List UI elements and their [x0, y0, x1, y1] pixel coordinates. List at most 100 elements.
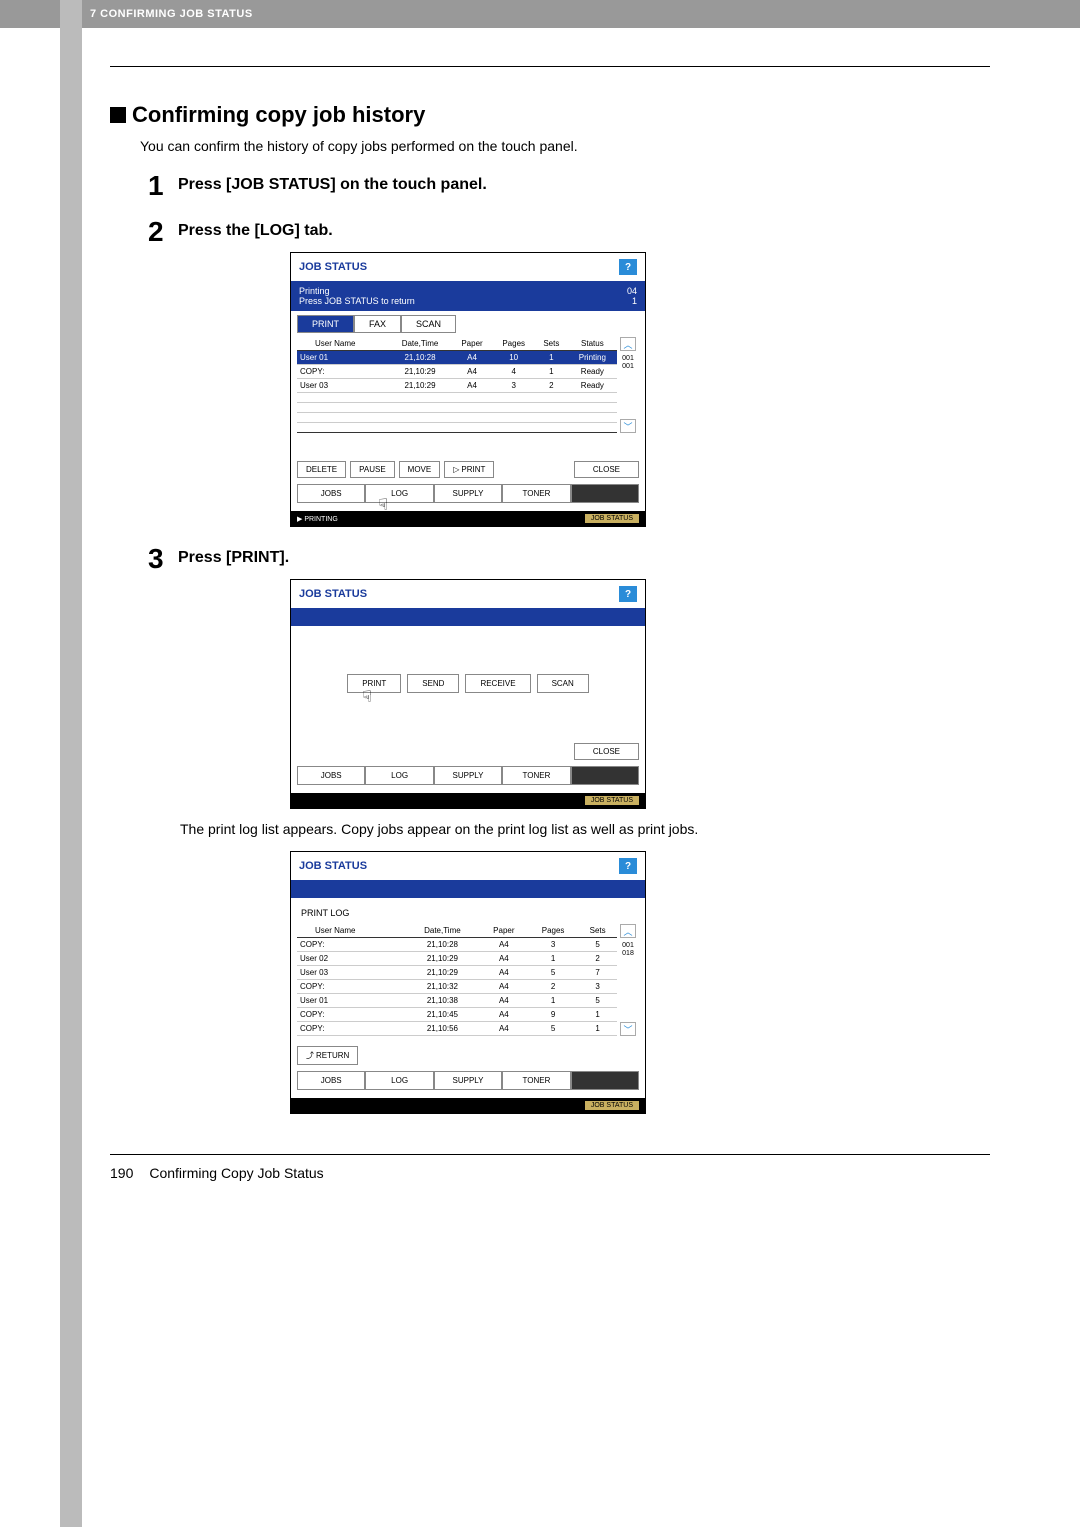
help-icon[interactable]: ?	[619, 586, 637, 602]
col-datetime: Date,Time	[388, 337, 451, 351]
tab-print[interactable]: PRINT	[297, 315, 354, 333]
screenshot-print-select: JOB STATUS ? PRINT☟ SEND RECEIVE SCAN CL…	[290, 579, 646, 809]
cell: 21,10:32	[405, 980, 480, 994]
btab-supply[interactable]: SUPPLY	[434, 1071, 502, 1090]
scan-button[interactable]: SCAN	[537, 674, 589, 693]
tab-fax[interactable]: FAX	[354, 315, 401, 333]
delete-button[interactable]: DELETE	[297, 461, 346, 478]
job-status-button[interactable]: JOB STATUS	[585, 1101, 639, 1110]
cell: User 02	[297, 952, 405, 966]
cell: 10	[492, 351, 535, 365]
table-row	[297, 423, 617, 433]
section-intro: You can confirm the history of copy jobs…	[140, 138, 990, 154]
result-caption: The print log list appears. Copy jobs ap…	[180, 821, 990, 837]
cell: COPY:	[297, 1022, 405, 1036]
job-table: User Name Date,Time Paper Pages Sets Sta…	[297, 337, 617, 433]
close-button[interactable]: CLOSE	[574, 743, 639, 760]
print-button[interactable]: PRINT☟	[347, 674, 401, 693]
page-indicator: 001 001	[622, 351, 634, 376]
col-sets: Sets	[535, 337, 568, 351]
cell: 2	[535, 379, 568, 393]
table-row[interactable]: COPY:21,10:28A435	[297, 938, 617, 952]
cell: 7	[578, 966, 617, 980]
btab-supply[interactable]: SUPPLY	[434, 484, 502, 503]
cell: 4	[492, 365, 535, 379]
table-row[interactable]: User 0121,10:38A415	[297, 994, 617, 1008]
cell: 5	[578, 938, 617, 952]
btab-log[interactable]: LOG	[365, 1071, 433, 1090]
col-status: Status	[568, 337, 617, 351]
btab-jobs[interactable]: JOBS	[297, 1071, 365, 1090]
cell: A4	[480, 938, 528, 952]
btab-toner[interactable]: TONER	[502, 766, 570, 785]
move-button[interactable]: MOVE	[399, 461, 441, 478]
btab-jobs[interactable]: JOBS	[297, 766, 365, 785]
cell: User 01	[297, 994, 405, 1008]
table-row[interactable]: User 01 21,10:28 A4 10 1 Printing	[297, 351, 617, 365]
job-status-button[interactable]: JOB STATUS	[585, 796, 639, 805]
table-row	[297, 393, 617, 403]
status-right2: 1	[627, 296, 637, 306]
cell: 21,10:29	[405, 952, 480, 966]
step-1: 1 Press [JOB STATUS] on the touch panel.	[148, 172, 990, 200]
btab-jobs[interactable]: JOBS	[297, 484, 365, 503]
chapter-header: 7 CONFIRMING JOB STATUS	[0, 0, 1080, 28]
close-button[interactable]: CLOSE	[574, 461, 639, 478]
help-icon[interactable]: ?	[619, 858, 637, 874]
screenshot-title: JOB STATUS	[299, 588, 367, 600]
btab-log[interactable]: LOG☟	[365, 484, 433, 503]
step-text: Press [PRINT].	[178, 545, 289, 573]
cell: 3	[492, 379, 535, 393]
print-log-label: PRINT LOG	[297, 902, 639, 924]
cell: Printing	[568, 351, 617, 365]
send-button[interactable]: SEND	[407, 674, 459, 693]
scroll-up-icon[interactable]: ︿	[620, 924, 636, 938]
job-status-button[interactable]: JOB STATUS	[585, 514, 639, 523]
screenshot-print-log: JOB STATUS ? PRINT LOG User Name Date,Ti…	[290, 851, 646, 1114]
receive-button[interactable]: RECEIVE	[465, 674, 530, 693]
scroll-up-icon[interactable]: ︿	[620, 337, 636, 351]
step-text: Press [JOB STATUS] on the touch panel.	[178, 172, 487, 200]
cell: A4	[480, 966, 528, 980]
btab-blank	[571, 1071, 639, 1090]
cell: Ready	[568, 365, 617, 379]
table-row[interactable]: User 0321,10:29A457	[297, 966, 617, 980]
rule-top	[110, 66, 990, 67]
btab-toner[interactable]: TONER	[502, 484, 570, 503]
section-heading: Confirming copy job history	[110, 102, 990, 128]
cell: 21,10:29	[388, 379, 451, 393]
cell: 3	[528, 938, 578, 952]
footer-title: Confirming Copy Job Status	[149, 1165, 323, 1181]
cell: 1	[535, 351, 568, 365]
cell: 21,10:28	[388, 351, 451, 365]
col-paper: Paper	[452, 337, 493, 351]
table-row[interactable]: User 03 21,10:29 A4 3 2 Ready	[297, 379, 617, 393]
cell: 1	[528, 994, 578, 1008]
pause-button[interactable]: PAUSE	[350, 461, 395, 478]
cell: COPY:	[297, 365, 388, 379]
cell: A4	[452, 365, 493, 379]
pointer-icon: ☟	[378, 495, 388, 515]
help-icon[interactable]: ?	[619, 259, 637, 275]
pointer-icon: ☟	[362, 687, 372, 707]
cell: COPY:	[297, 1008, 405, 1022]
table-row	[297, 403, 617, 413]
cell: 2	[528, 980, 578, 994]
status-line1: Printing	[299, 286, 415, 296]
table-row[interactable]: COPY: 21,10:29 A4 4 1 Ready	[297, 365, 617, 379]
scroll-down-icon[interactable]: ﹀	[620, 1022, 636, 1036]
cell: A4	[480, 980, 528, 994]
btab-toner[interactable]: TONER	[502, 1071, 570, 1090]
scroll-down-icon[interactable]: ﹀	[620, 419, 636, 433]
btab-log[interactable]: LOG	[365, 766, 433, 785]
table-row[interactable]: User 0221,10:29A412	[297, 952, 617, 966]
table-row[interactable]: COPY:21,10:32A423	[297, 980, 617, 994]
cell: 3	[578, 980, 617, 994]
btab-supply[interactable]: SUPPLY	[434, 766, 502, 785]
screenshot-title: JOB STATUS	[299, 860, 367, 872]
return-button[interactable]: ⤴ RETURN	[297, 1046, 358, 1065]
table-row[interactable]: COPY:21,10:56A451	[297, 1022, 617, 1036]
print-button[interactable]: ▷ PRINT	[444, 461, 494, 478]
tab-scan[interactable]: SCAN	[401, 315, 456, 333]
table-row[interactable]: COPY:21,10:45A491	[297, 1008, 617, 1022]
